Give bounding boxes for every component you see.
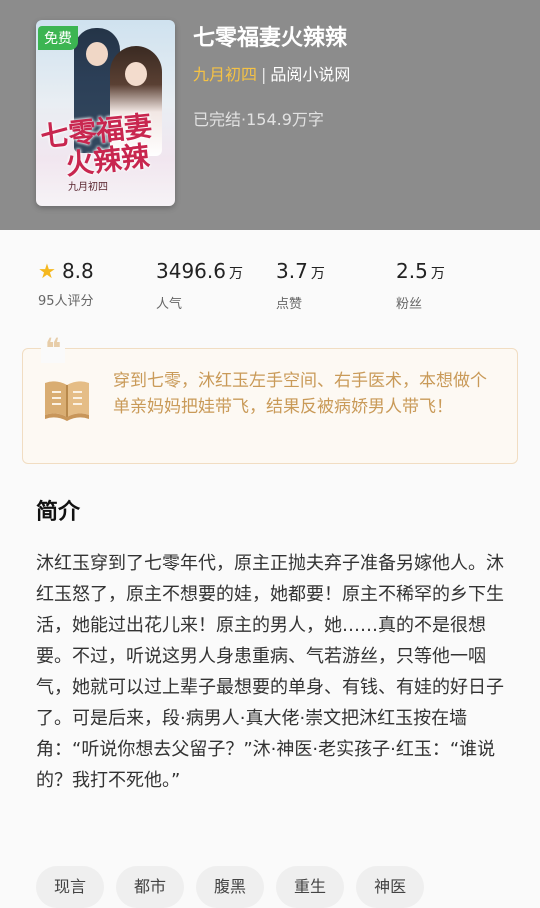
tag-chip[interactable]: 神医: [356, 866, 425, 908]
rating-label: 95人评分: [38, 294, 94, 309]
author-link[interactable]: 九月初四: [193, 65, 257, 84]
quote-box: ❝ 穿到七零，沐红玉左手空间、右手医术，本想做个单亲妈妈把娃带飞，结果反被病娇男…: [22, 335, 518, 464]
stat-popularity: 3496.6 万 人气: [156, 258, 243, 312]
open-book-icon: [45, 381, 89, 421]
tag-chip[interactable]: 重生: [276, 866, 345, 908]
likes-label: 点赞: [276, 297, 303, 312]
quote-icon: ❝: [41, 335, 66, 363]
quote-text: 穿到七零，沐红玉左手空间、右手医术，本想做个单亲妈妈把娃带飞，结果反被病娇男人带…: [113, 371, 487, 417]
tag-chip[interactable]: 都市: [116, 866, 185, 908]
popularity-unit: 万: [228, 266, 243, 282]
book-status: 已完结·154.9万字: [193, 110, 324, 129]
tag-list: 现言 都市 腹黑 重生 神医: [36, 866, 425, 908]
publisher-label: 品阅小说网: [270, 65, 351, 84]
tag-chip[interactable]: 腹黑: [196, 866, 265, 908]
intro-heading: 简介: [36, 500, 81, 525]
popularity-label: 人气: [156, 297, 183, 312]
intro-text: 沐红玉穿到了七零年代，原主正抛夫弃子准备另嫁他人。沐红玉怒了，原主不想要的娃，她…: [36, 553, 504, 791]
tag-chip[interactable]: 现言: [36, 866, 105, 908]
stat-rating: ★ 8.8 95人评分: [38, 258, 94, 309]
cover-author: 九月初四: [68, 182, 108, 193]
cover-title-art: 七零福妻 火辣辣: [39, 109, 173, 182]
fans-label: 粉丝: [396, 297, 423, 312]
stat-fans: 2.5 万 粉丝: [396, 258, 445, 312]
popularity-value: 3496.6: [156, 259, 226, 283]
likes-value: 3.7: [276, 259, 308, 283]
likes-unit: 万: [310, 266, 325, 282]
author-line: 九月初四 | 品阅小说网: [193, 61, 350, 85]
fans-unit: 万: [430, 266, 445, 282]
star-icon: ★: [38, 259, 56, 283]
fans-value: 2.5: [396, 259, 428, 283]
stat-likes: 3.7 万 点赞: [276, 258, 325, 312]
book-title: 七零福妻火辣辣: [193, 26, 348, 51]
free-badge: 免费: [38, 26, 78, 50]
author-separator: |: [261, 65, 267, 84]
rating-value: 8.8: [61, 259, 94, 283]
